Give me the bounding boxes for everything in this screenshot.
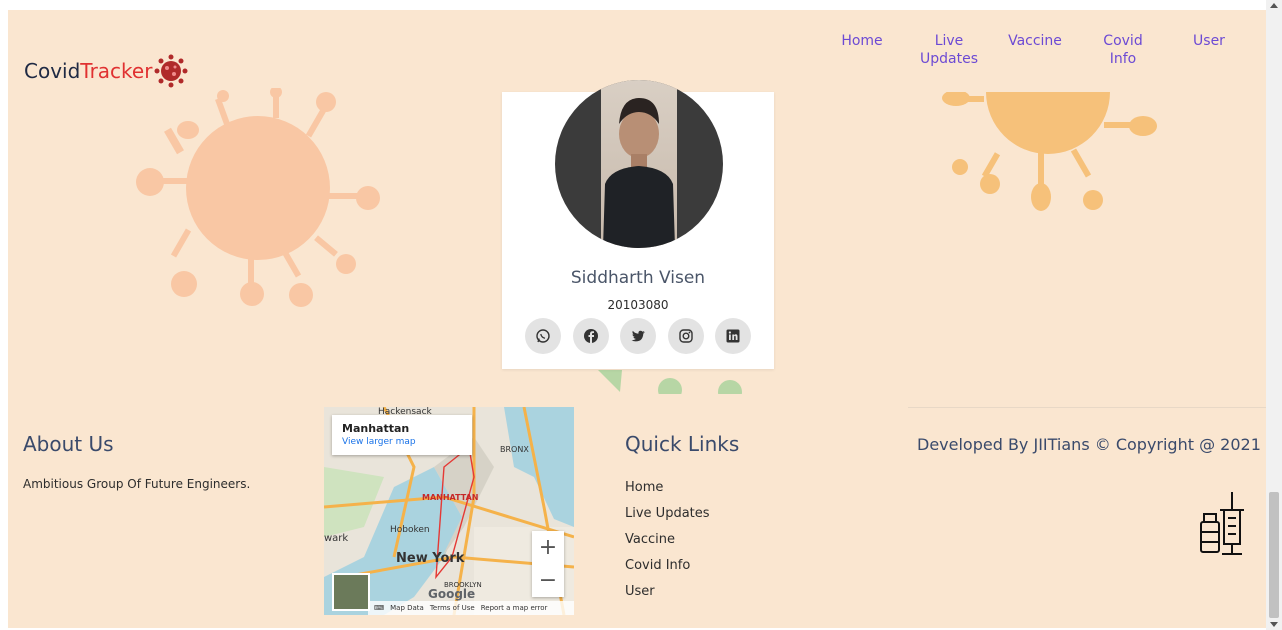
profile-card: Siddharth Visen 20103080	[502, 80, 774, 369]
brand-logo[interactable]: Covid Tracker	[24, 54, 188, 88]
scroll-up-arrow[interactable]	[1270, 3, 1278, 8]
about-title: About Us	[23, 432, 114, 456]
twitter-icon[interactable]	[620, 318, 656, 354]
whatsapp-icon[interactable]	[525, 318, 561, 354]
nav-vaccine[interactable]: Vaccine	[1002, 32, 1068, 50]
vaccine-icon	[1200, 492, 1244, 555]
satellite-toggle[interactable]	[332, 573, 370, 611]
copyright-text: Developed By JIITians © Copyright @ 2021	[917, 435, 1261, 454]
facebook-icon[interactable]	[572, 318, 609, 354]
social-links	[525, 318, 751, 354]
brand-text-covid: Covid	[24, 59, 81, 83]
page-scrollbar[interactable]	[1266, 0, 1282, 630]
nav-home[interactable]: Home	[832, 32, 892, 50]
profile-roll-number: 20103080	[607, 298, 669, 312]
virus-logo-icon	[154, 54, 188, 88]
brand-text-tracker: Tracker	[80, 59, 153, 83]
profile-photo	[601, 80, 677, 248]
virus-decoration-left	[136, 88, 380, 307]
embedded-map[interactable]: Hackensack BRONX MANHATTAN Hoboken New Y…	[324, 407, 574, 615]
instagram-icon[interactable]	[667, 318, 704, 354]
nav-covid-info[interactable]: Covid Info	[1096, 32, 1150, 68]
zoom-out-button[interactable]: −	[532, 564, 564, 597]
quick-link-covid-info[interactable]: Covid Info	[625, 558, 710, 584]
profile-name: Siddharth Visen	[570, 268, 706, 288]
quick-links-list: Home Live Updates Vaccine Covid Info Use…	[625, 480, 710, 610]
map-label-bronx: BRONX	[500, 445, 529, 454]
keyboard-icon[interactable]: ⌨	[374, 604, 384, 612]
map-label-new-york: New York	[396, 551, 465, 566]
zoom-in-button[interactable]: +	[532, 531, 564, 564]
map-data-link[interactable]: Map Data	[390, 604, 424, 612]
nav-user[interactable]: User	[1184, 32, 1234, 50]
virus-decoration-right	[942, 92, 1157, 211]
avatar	[555, 80, 723, 248]
quick-link-home[interactable]: Home	[625, 480, 710, 506]
scroll-down-arrow[interactable]	[1270, 622, 1278, 627]
quick-links-title: Quick Links	[625, 432, 740, 456]
map-footer: ⌨ Map Data Terms of Use Report a map err…	[368, 601, 574, 615]
quick-link-vaccine[interactable]: Vaccine	[625, 532, 710, 558]
google-logo: Google	[428, 587, 476, 601]
linkedin-icon[interactable]	[715, 318, 751, 354]
page: Covid Tracker Home Live Updates Vaccine C…	[8, 10, 1266, 628]
green-decoration	[598, 370, 742, 394]
about-text: Ambitious Group Of Future Engineers.	[23, 477, 251, 491]
map-label-hoboken: Hoboken	[390, 525, 430, 535]
quick-link-user[interactable]: User	[625, 584, 710, 610]
map-label-manhattan: MANHATTAN	[422, 493, 479, 502]
report-error-link[interactable]: Report a map error	[481, 604, 548, 612]
footer-divider	[908, 407, 1266, 408]
terms-link[interactable]: Terms of Use	[430, 604, 475, 612]
nav-live-updates[interactable]: Live Updates	[914, 32, 984, 68]
view-larger-map-link[interactable]: View larger map	[342, 437, 416, 447]
quick-link-live-updates[interactable]: Live Updates	[625, 506, 710, 532]
map-zoom-controls: + −	[532, 531, 564, 597]
map-popup: Manhattan View larger map	[332, 415, 472, 455]
scrollbar-thumb[interactable]	[1269, 492, 1279, 618]
map-popup-title: Manhattan	[342, 422, 410, 435]
map-label-newark: wark	[324, 533, 349, 544]
